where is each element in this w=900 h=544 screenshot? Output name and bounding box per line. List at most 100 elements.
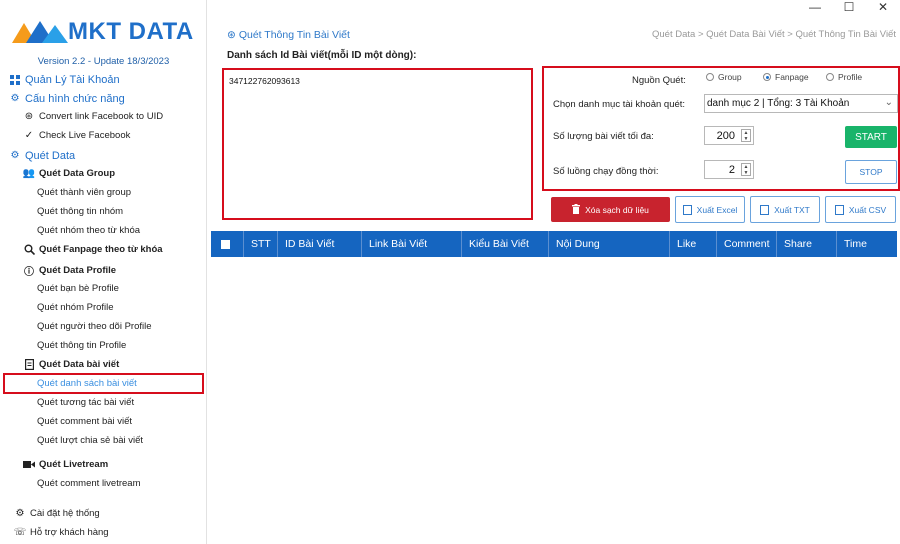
radio-icon xyxy=(706,73,714,81)
max-posts-value: 200 xyxy=(716,129,735,142)
gears-icon: ⚙ xyxy=(10,93,20,104)
sidebar-item-label: Check Live Facebook xyxy=(39,130,131,141)
minimize-button[interactable]: — xyxy=(798,0,832,16)
trash-icon xyxy=(572,203,581,216)
sidebar-item-scan[interactable]: ⚙ Quét Data xyxy=(9,147,216,164)
radio-checked-icon xyxy=(763,73,771,81)
scan-icon: ⊛ xyxy=(227,29,236,41)
sidebar-group-data-post[interactable]: Quét Data bài viết xyxy=(23,356,230,373)
sidebar-group-data-profile[interactable]: ⓘ Quét Data Profile xyxy=(23,262,230,279)
source-radio-fanpage[interactable]: Fanpage xyxy=(763,72,809,82)
sidebar-item-group-members[interactable]: Quét thành viên group xyxy=(37,184,244,201)
export-csv-label: Xuất CSV xyxy=(848,204,887,215)
sidebar-group-data-group[interactable]: 👥 Quét Data Group xyxy=(23,165,230,182)
sidebar-item-label: Quét Data xyxy=(25,149,76,162)
profile-circle-icon: ⓘ xyxy=(24,267,34,278)
radio-label: Group xyxy=(718,72,742,82)
export-icon xyxy=(682,204,692,215)
category-value: danh mục 2 | Tổng: 3 Tài Khoản xyxy=(707,98,850,109)
column-header-post-type[interactable]: Kiểu Bài Viết xyxy=(462,231,549,257)
radio-label: Fanpage xyxy=(775,72,809,82)
sidebar-item-label: Quét Data bài viết xyxy=(39,359,120,370)
export-csv-button[interactable]: Xuất CSV xyxy=(825,196,896,223)
sidebar-item-account[interactable]: Quản Lý Tài Khoản xyxy=(9,71,216,88)
sidebar: MKT DATA Version 2.2 - Update 18/3/2023 … xyxy=(0,0,207,544)
sidebar-item-post-shares[interactable]: Quét lượt chia sẻ bài viết xyxy=(37,432,244,449)
sidebar-item-fanpage-keyword[interactable]: Quét Fanpage theo từ khóa xyxy=(23,241,230,258)
stepper-arrows-icon[interactable]: ▲ ▼ xyxy=(741,129,751,142)
threads-label: Số luồng chạy đồng thời: xyxy=(553,166,659,177)
threads-stepper[interactable]: 2 ▲ ▼ xyxy=(704,160,754,179)
convert-icon: ⊛ xyxy=(24,111,34,122)
document-icon xyxy=(23,359,35,371)
logo-mark-icon xyxy=(12,19,70,45)
column-header-post-link[interactable]: Link Bài Viết xyxy=(362,231,462,257)
max-posts-stepper[interactable]: 200 ▲ ▼ xyxy=(704,126,754,145)
select-all-checkbox[interactable] xyxy=(221,239,230,249)
sidebar-item-post-interactions[interactable]: Quét tương tác bài viết xyxy=(37,394,244,411)
page-title: ⊛ Quét Thông Tin Bài Viết xyxy=(227,29,350,41)
clear-data-button[interactable]: Xóa sạch dữ liệu xyxy=(551,197,670,222)
maximize-button[interactable]: ☐ xyxy=(832,0,866,16)
column-header-stt[interactable]: STT xyxy=(244,231,278,257)
sidebar-item-label: Quét Fanpage theo từ khóa xyxy=(39,244,163,255)
sidebar-item-group-info[interactable]: Quét thông tin nhóm xyxy=(37,203,244,220)
stop-button[interactable]: STOP xyxy=(845,160,897,184)
export-txt-button[interactable]: Xuất TXT xyxy=(750,196,820,223)
sidebar-item-post-list[interactable]: Quét danh sách bài viết xyxy=(37,375,244,392)
sidebar-item-settings[interactable]: ⚙ Cài đặt hệ thống xyxy=(14,505,221,522)
close-button[interactable]: ✕ xyxy=(866,0,900,16)
sidebar-item-convert[interactable]: ⊛ Convert link Facebook to UID xyxy=(23,108,230,125)
page-title-text: Quét Thông Tin Bài Viết xyxy=(238,29,350,41)
sidebar-item-support[interactable]: ☏ Hỗ trợ khách hàng xyxy=(14,524,221,541)
column-header-share[interactable]: Share xyxy=(777,231,837,257)
sidebar-group-livestream[interactable]: Quét Livetream xyxy=(23,456,230,473)
post-id-value: 347122762093613 xyxy=(229,76,300,86)
check-circle-icon: ✓ xyxy=(24,130,34,141)
sidebar-item-label: Quét Livetream xyxy=(39,459,109,470)
stepper-arrows-icon[interactable]: ▲ ▼ xyxy=(741,163,751,176)
export-excel-button[interactable]: Xuất Excel xyxy=(675,196,745,223)
source-radio-group[interactable]: Group xyxy=(706,72,742,82)
sidebar-item-profile-info[interactable]: Quét thông tin Profile xyxy=(37,337,244,354)
sidebar-item-label: Quét Data Profile xyxy=(39,265,117,276)
sidebar-item-profile-friends[interactable]: Quét bạn bè Profile xyxy=(37,280,244,297)
column-header-time[interactable]: Time xyxy=(837,231,897,257)
results-table-header: STT ID Bài Viết Link Bài Viết Kiểu Bài V… xyxy=(211,231,897,257)
post-id-textarea[interactable]: 347122762093613 xyxy=(222,68,533,220)
support-icon: ☏ xyxy=(13,527,27,538)
column-header-content[interactable]: Nội Dung xyxy=(549,231,670,257)
sidebar-item-config[interactable]: ⚙ Cấu hình chức năng xyxy=(9,90,216,107)
source-label: Nguồn Quét: xyxy=(632,75,686,86)
start-button[interactable]: START xyxy=(845,126,897,148)
users-icon: 👥 xyxy=(22,168,36,179)
select-all-checkbox-cell[interactable] xyxy=(211,231,244,257)
window-controls: — ☐ ✕ xyxy=(798,0,900,16)
sidebar-item-checklive[interactable]: ✓ Check Live Facebook xyxy=(23,127,230,144)
export-icon xyxy=(834,204,844,215)
sidebar-item-label: Convert link Facebook to UID xyxy=(39,111,164,122)
sidebar-item-label: Quản Lý Tài Khoản xyxy=(25,73,120,86)
category-select[interactable]: danh mục 2 | Tổng: 3 Tài Khoản ⌄ xyxy=(704,94,898,113)
radio-icon xyxy=(826,73,834,81)
sidebar-item-live-comments[interactable]: Quét comment livetream xyxy=(37,475,244,492)
video-camera-icon xyxy=(23,459,35,471)
version-label: Version 2.2 - Update 18/3/2023 xyxy=(37,56,170,67)
gears-icon: ⚙ xyxy=(10,150,20,161)
radio-label: Profile xyxy=(838,72,863,82)
sidebar-item-profile-followers[interactable]: Quét người theo dõi Profile xyxy=(37,318,244,335)
sidebar-item-label: Cài đặt hệ thống xyxy=(30,508,100,519)
logo-text: MKT DATA xyxy=(68,18,194,45)
scan-settings-panel: Nguồn Quét: Group Fanpage Profile Chọn d… xyxy=(542,66,900,191)
export-icon xyxy=(760,204,770,215)
column-header-post-id[interactable]: ID Bài Viết xyxy=(278,231,362,257)
logo: MKT DATA xyxy=(12,18,194,46)
column-header-like[interactable]: Like xyxy=(670,231,717,257)
chevron-down-icon: ⌄ xyxy=(884,97,893,108)
clear-data-label: Xóa sạch dữ liệu xyxy=(585,204,649,215)
column-header-comment[interactable]: Comment xyxy=(717,231,777,257)
sidebar-item-post-comments[interactable]: Quét comment bài viết xyxy=(37,413,244,430)
export-txt-label: Xuất TXT xyxy=(774,204,810,215)
source-radio-profile[interactable]: Profile xyxy=(826,72,862,82)
sidebar-item-profile-groups[interactable]: Quét nhóm Profile xyxy=(37,299,244,316)
